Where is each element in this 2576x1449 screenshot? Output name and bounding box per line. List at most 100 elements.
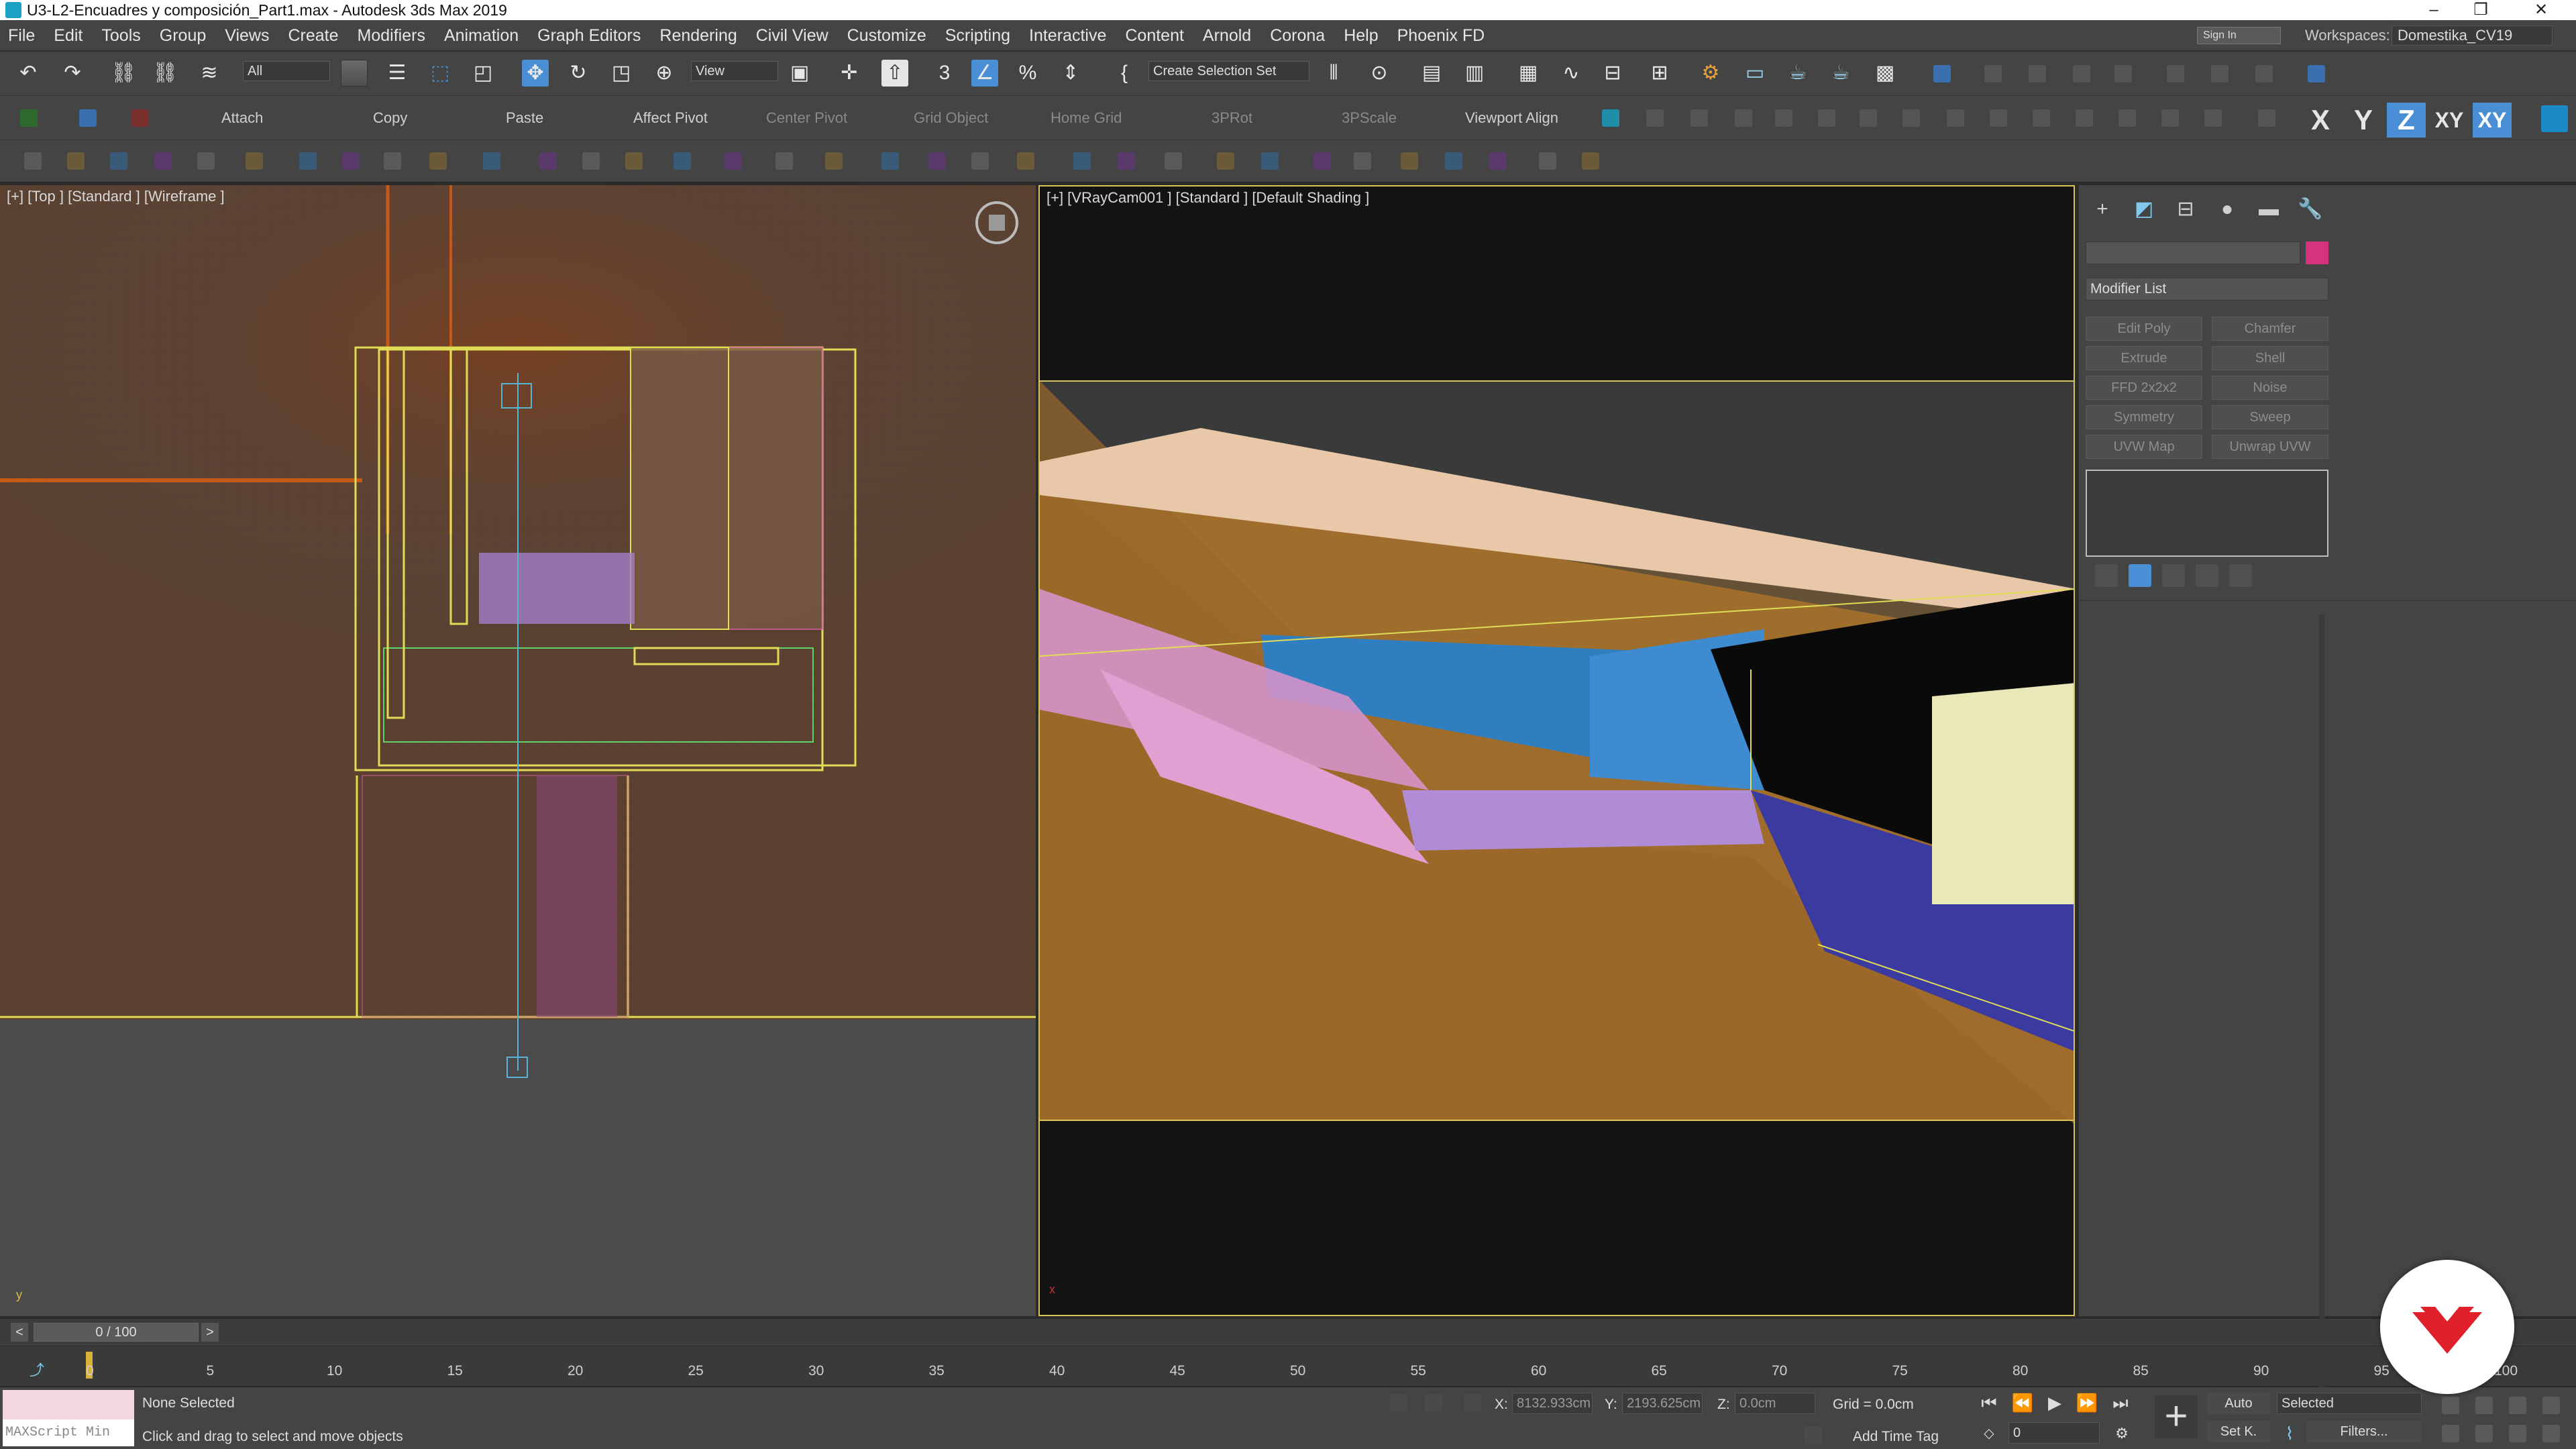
tool-icon[interactable]	[197, 152, 215, 170]
keyboard-shortcut-toggle-icon[interactable]: ⇧	[881, 60, 908, 87]
pin-icon[interactable]	[1602, 109, 1619, 127]
track-bar[interactable]: ⤴	[0, 1346, 2576, 1386]
axis-x-button[interactable]: X	[2301, 103, 2340, 138]
bridge-icon[interactable]	[1990, 109, 2007, 127]
tool-icon[interactable]	[1073, 152, 1091, 170]
schematic-view-icon[interactable]: ⊟	[1599, 60, 1626, 87]
minimize-button[interactable]: –	[2414, 0, 2454, 20]
vray-frame-buffer-icon[interactable]	[2308, 65, 2325, 83]
percent-snap-icon[interactable]: %	[1014, 60, 1041, 87]
menu-animation[interactable]: Animation	[444, 26, 519, 46]
tool-icon[interactable]	[625, 152, 643, 170]
menu-file[interactable]: File	[8, 26, 35, 46]
set-key-button[interactable]: Set K.	[2207, 1421, 2270, 1442]
pin-stack-icon[interactable]	[2095, 564, 2118, 587]
camera-viewport[interactable]: x [+] [VRayCam001 ] [Standard ] [Default…	[1038, 185, 2075, 1316]
sign-in-dropdown[interactable]: Sign In	[2197, 27, 2281, 44]
vertex-icon[interactable]	[1646, 109, 1664, 127]
orbit-icon[interactable]	[2509, 1397, 2526, 1414]
tool-icon[interactable]	[384, 152, 401, 170]
menu-rendering[interactable]: Rendering	[659, 26, 737, 46]
undo-icon[interactable]: ↶	[15, 60, 42, 87]
menu-help[interactable]: Help	[1344, 26, 1378, 46]
next-key-icon[interactable]: ⏩	[2074, 1390, 2100, 1415]
vray-fur-icon[interactable]	[2211, 65, 2229, 83]
go-to-end-icon[interactable]: ⏭	[2108, 1390, 2133, 1415]
modifier-list-dropdown[interactable]: Modifier List	[2086, 278, 2328, 301]
rendered-frame-window-icon[interactable]: ▭	[1741, 60, 1768, 87]
inset-icon[interactable]	[1947, 109, 1964, 127]
shell-button[interactable]: Shell	[2212, 346, 2328, 370]
vray-light-icon[interactable]	[1984, 65, 2002, 83]
vray-sphere-icon[interactable]	[2114, 65, 2132, 83]
align-icon[interactable]: ⊙	[1366, 60, 1393, 87]
camera-viewport-label[interactable]: [+] [VRayCam001 ] [Standard ] [Default S…	[1046, 189, 1369, 207]
isolate-selection-icon[interactable]	[1390, 1394, 1407, 1411]
add-time-tag-button[interactable]: Add Time Tag	[1853, 1429, 1939, 1445]
copy-button[interactable]: Copy	[373, 109, 407, 127]
menu-views[interactable]: Views	[225, 26, 269, 46]
vray-dome-icon[interactable]	[2073, 65, 2090, 83]
top-viewport[interactable]: y [+] [Top ] [Standard ] [Wireframe ]	[0, 185, 1036, 1316]
y-coord-field[interactable]: 2193.625cm	[1622, 1393, 1703, 1414]
next-frame-icon[interactable]: >	[201, 1323, 219, 1342]
vray-toolbar-icon[interactable]	[1933, 65, 1951, 83]
tool-icon[interactable]	[342, 152, 360, 170]
unlink-icon[interactable]: ⛓	[152, 60, 178, 87]
walkthrough-icon[interactable]	[2509, 1425, 2526, 1442]
chevron-down-icon[interactable]	[20, 109, 38, 127]
tool-icon[interactable]	[775, 152, 793, 170]
weld-icon[interactable]	[2033, 109, 2050, 127]
motion-tab-icon[interactable]: ●	[2210, 195, 2244, 224]
material-editor-icon[interactable]: ⊞	[1646, 60, 1673, 87]
layer-explorer-icon[interactable]: ▥	[1461, 60, 1488, 87]
loop-icon[interactable]	[2161, 109, 2179, 127]
symmetry-button[interactable]: Symmetry	[2086, 405, 2202, 429]
unwrap-uvw-button[interactable]: Unwrap UVW	[2212, 435, 2328, 459]
3p-scale-button[interactable]: 3PScale	[1342, 109, 1397, 127]
tool-icon[interactable]	[1489, 152, 1507, 170]
selection-filter-dropdown[interactable]: All	[243, 61, 330, 81]
toggle-ribbon-icon[interactable]: ▦	[1515, 60, 1542, 87]
workspaces-dropdown[interactable]: Domestika_CV19	[2392, 25, 2553, 46]
filters-button[interactable]: Filters...	[2306, 1421, 2422, 1442]
tool-icon[interactable]	[429, 152, 447, 170]
link-icon[interactable]: ⛓	[110, 60, 137, 87]
redo-icon[interactable]: ↷	[59, 60, 86, 87]
menu-phoenix-fd[interactable]: Phoenix FD	[1397, 26, 1485, 46]
go-to-start-icon[interactable]: ⏮	[1976, 1390, 2002, 1415]
select-and-scale-icon[interactable]: ◳	[608, 60, 635, 87]
border-icon[interactable]	[1735, 109, 1752, 127]
modify-tab-icon[interactable]: ◩	[2127, 195, 2161, 224]
window-crossing-icon[interactable]: ◰	[470, 60, 496, 87]
key-mode-icon[interactable]: ◇	[1976, 1421, 2002, 1446]
axis-z-button[interactable]: Z	[2387, 103, 2426, 138]
tool-icon[interactable]	[246, 152, 263, 170]
named-selection-set-dropdown[interactable]: Create Selection Set	[1148, 61, 1309, 81]
time-configuration-icon[interactable]: ⚙	[2109, 1421, 2135, 1446]
tool-icon[interactable]	[24, 152, 42, 170]
menu-create[interactable]: Create	[288, 26, 339, 46]
pan-icon[interactable]	[2475, 1425, 2493, 1442]
fullscreen-icon[interactable]	[2542, 1425, 2560, 1442]
mini-curve-editor-icon[interactable]: ⤴	[30, 1358, 44, 1380]
chamfer-button[interactable]: Chamfer	[2212, 317, 2328, 341]
select-and-rotate-icon[interactable]: ↻	[565, 60, 592, 87]
menu-edit[interactable]: Edit	[54, 26, 83, 46]
utilities-tab-icon[interactable]: 🔧	[2294, 195, 2327, 224]
z-coord-field[interactable]: 0.0cm	[1735, 1393, 1815, 1414]
tool-icon[interactable]	[1445, 152, 1462, 170]
edit-named-selection-icon[interactable]: {	[1111, 60, 1138, 87]
tool-icon[interactable]	[1217, 152, 1234, 170]
snap-point-icon[interactable]	[131, 109, 149, 127]
set-key-big-button[interactable]: +	[2155, 1395, 2198, 1438]
object-name-field[interactable]	[2086, 241, 2300, 264]
connect-icon[interactable]	[2118, 109, 2136, 127]
tool-icon[interactable]	[539, 152, 557, 170]
grid-object-button[interactable]: Grid Object	[914, 109, 988, 127]
select-and-place-icon[interactable]: ⊕	[651, 60, 678, 87]
noise-button[interactable]: Noise	[2212, 376, 2328, 400]
axis-xy-button[interactable]: XY	[2430, 103, 2469, 138]
tool-icon[interactable]	[483, 152, 500, 170]
curve-editor-icon[interactable]: ∿	[1558, 60, 1585, 87]
